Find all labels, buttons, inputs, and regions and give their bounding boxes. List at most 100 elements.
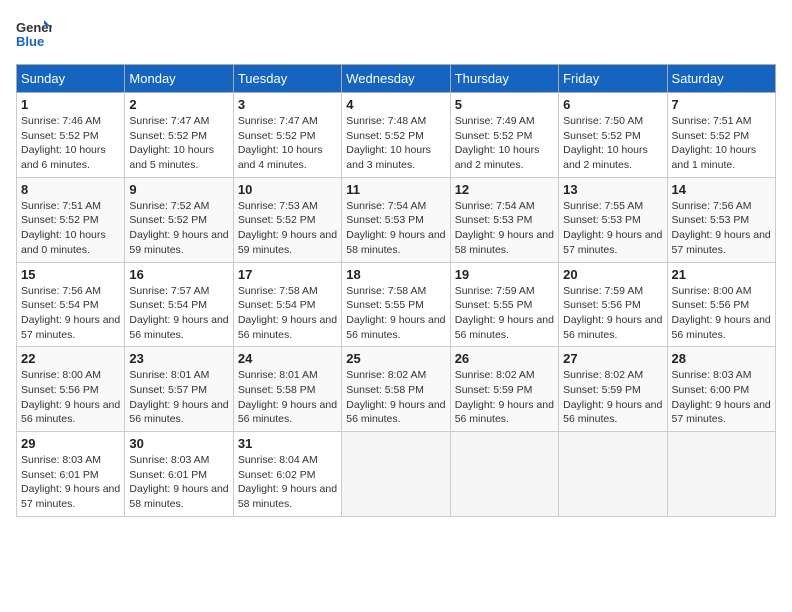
calendar-cell: 8 Sunrise: 7:51 AMSunset: 5:52 PMDayligh… xyxy=(17,177,125,262)
calendar-cell: 20 Sunrise: 7:59 AMSunset: 5:56 PMDaylig… xyxy=(559,262,667,347)
day-info: Sunrise: 8:04 AMSunset: 6:02 PMDaylight:… xyxy=(238,453,337,512)
calendar-cell: 22 Sunrise: 8:00 AMSunset: 5:56 PMDaylig… xyxy=(17,347,125,432)
calendar-cell: 14 Sunrise: 7:56 AMSunset: 5:53 PMDaylig… xyxy=(667,177,775,262)
calendar-cell: 16 Sunrise: 7:57 AMSunset: 5:54 PMDaylig… xyxy=(125,262,233,347)
day-number: 4 xyxy=(346,97,445,112)
calendar-cell xyxy=(450,432,558,517)
calendar-week-row: 15 Sunrise: 7:56 AMSunset: 5:54 PMDaylig… xyxy=(17,262,776,347)
logo-icon: General Blue xyxy=(16,16,52,52)
day-info: Sunrise: 8:01 AMSunset: 5:58 PMDaylight:… xyxy=(238,368,337,427)
day-info: Sunrise: 7:48 AMSunset: 5:52 PMDaylight:… xyxy=(346,114,445,173)
calendar-cell: 5 Sunrise: 7:49 AMSunset: 5:52 PMDayligh… xyxy=(450,93,558,178)
day-number: 29 xyxy=(21,436,120,451)
calendar-cell: 10 Sunrise: 7:53 AMSunset: 5:52 PMDaylig… xyxy=(233,177,341,262)
svg-text:Blue: Blue xyxy=(16,34,44,49)
day-number: 31 xyxy=(238,436,337,451)
calendar-week-row: 8 Sunrise: 7:51 AMSunset: 5:52 PMDayligh… xyxy=(17,177,776,262)
calendar-cell: 11 Sunrise: 7:54 AMSunset: 5:53 PMDaylig… xyxy=(342,177,450,262)
day-info: Sunrise: 7:59 AMSunset: 5:55 PMDaylight:… xyxy=(455,284,554,343)
day-info: Sunrise: 8:02 AMSunset: 5:58 PMDaylight:… xyxy=(346,368,445,427)
calendar-cell: 31 Sunrise: 8:04 AMSunset: 6:02 PMDaylig… xyxy=(233,432,341,517)
day-number: 23 xyxy=(129,351,228,366)
day-info: Sunrise: 7:58 AMSunset: 5:54 PMDaylight:… xyxy=(238,284,337,343)
calendar-cell: 2 Sunrise: 7:47 AMSunset: 5:52 PMDayligh… xyxy=(125,93,233,178)
day-info: Sunrise: 7:53 AMSunset: 5:52 PMDaylight:… xyxy=(238,199,337,258)
calendar-cell: 17 Sunrise: 7:58 AMSunset: 5:54 PMDaylig… xyxy=(233,262,341,347)
day-info: Sunrise: 7:51 AMSunset: 5:52 PMDaylight:… xyxy=(672,114,771,173)
day-info: Sunrise: 7:51 AMSunset: 5:52 PMDaylight:… xyxy=(21,199,120,258)
svg-text:General: General xyxy=(16,20,52,35)
calendar-cell: 25 Sunrise: 8:02 AMSunset: 5:58 PMDaylig… xyxy=(342,347,450,432)
day-info: Sunrise: 7:47 AMSunset: 5:52 PMDaylight:… xyxy=(129,114,228,173)
day-number: 26 xyxy=(455,351,554,366)
day-number: 30 xyxy=(129,436,228,451)
calendar-cell: 21 Sunrise: 8:00 AMSunset: 5:56 PMDaylig… xyxy=(667,262,775,347)
day-number: 19 xyxy=(455,267,554,282)
day-number: 1 xyxy=(21,97,120,112)
day-info: Sunrise: 7:58 AMSunset: 5:55 PMDaylight:… xyxy=(346,284,445,343)
weekday-header: Tuesday xyxy=(233,65,341,93)
calendar-cell xyxy=(342,432,450,517)
logo: General Blue xyxy=(16,16,52,52)
day-info: Sunrise: 7:55 AMSunset: 5:53 PMDaylight:… xyxy=(563,199,662,258)
day-number: 17 xyxy=(238,267,337,282)
calendar-cell: 3 Sunrise: 7:47 AMSunset: 5:52 PMDayligh… xyxy=(233,93,341,178)
day-number: 22 xyxy=(21,351,120,366)
calendar-cell: 9 Sunrise: 7:52 AMSunset: 5:52 PMDayligh… xyxy=(125,177,233,262)
day-number: 16 xyxy=(129,267,228,282)
page-header: General Blue xyxy=(16,16,776,52)
day-info: Sunrise: 7:57 AMSunset: 5:54 PMDaylight:… xyxy=(129,284,228,343)
calendar-cell: 27 Sunrise: 8:02 AMSunset: 5:59 PMDaylig… xyxy=(559,347,667,432)
calendar-cell: 19 Sunrise: 7:59 AMSunset: 5:55 PMDaylig… xyxy=(450,262,558,347)
calendar-cell xyxy=(559,432,667,517)
calendar-table: SundayMondayTuesdayWednesdayThursdayFrid… xyxy=(16,64,776,517)
day-number: 15 xyxy=(21,267,120,282)
calendar-cell: 30 Sunrise: 8:03 AMSunset: 6:01 PMDaylig… xyxy=(125,432,233,517)
day-info: Sunrise: 7:50 AMSunset: 5:52 PMDaylight:… xyxy=(563,114,662,173)
day-number: 8 xyxy=(21,182,120,197)
calendar-cell: 23 Sunrise: 8:01 AMSunset: 5:57 PMDaylig… xyxy=(125,347,233,432)
weekday-header: Saturday xyxy=(667,65,775,93)
day-number: 9 xyxy=(129,182,228,197)
calendar-cell: 28 Sunrise: 8:03 AMSunset: 6:00 PMDaylig… xyxy=(667,347,775,432)
day-number: 2 xyxy=(129,97,228,112)
day-info: Sunrise: 7:49 AMSunset: 5:52 PMDaylight:… xyxy=(455,114,554,173)
day-info: Sunrise: 8:00 AMSunset: 5:56 PMDaylight:… xyxy=(672,284,771,343)
day-number: 10 xyxy=(238,182,337,197)
day-info: Sunrise: 8:03 AMSunset: 6:01 PMDaylight:… xyxy=(129,453,228,512)
day-info: Sunrise: 7:47 AMSunset: 5:52 PMDaylight:… xyxy=(238,114,337,173)
day-number: 13 xyxy=(563,182,662,197)
calendar-cell: 18 Sunrise: 7:58 AMSunset: 5:55 PMDaylig… xyxy=(342,262,450,347)
calendar-week-row: 1 Sunrise: 7:46 AMSunset: 5:52 PMDayligh… xyxy=(17,93,776,178)
day-number: 18 xyxy=(346,267,445,282)
calendar-cell: 6 Sunrise: 7:50 AMSunset: 5:52 PMDayligh… xyxy=(559,93,667,178)
day-number: 12 xyxy=(455,182,554,197)
day-number: 27 xyxy=(563,351,662,366)
day-number: 25 xyxy=(346,351,445,366)
day-info: Sunrise: 7:56 AMSunset: 5:53 PMDaylight:… xyxy=(672,199,771,258)
calendar-cell: 13 Sunrise: 7:55 AMSunset: 5:53 PMDaylig… xyxy=(559,177,667,262)
day-info: Sunrise: 7:46 AMSunset: 5:52 PMDaylight:… xyxy=(21,114,120,173)
calendar-cell: 24 Sunrise: 8:01 AMSunset: 5:58 PMDaylig… xyxy=(233,347,341,432)
day-info: Sunrise: 8:03 AMSunset: 6:00 PMDaylight:… xyxy=(672,368,771,427)
calendar-cell: 26 Sunrise: 8:02 AMSunset: 5:59 PMDaylig… xyxy=(450,347,558,432)
day-info: Sunrise: 7:59 AMSunset: 5:56 PMDaylight:… xyxy=(563,284,662,343)
weekday-header: Monday xyxy=(125,65,233,93)
calendar-week-row: 29 Sunrise: 8:03 AMSunset: 6:01 PMDaylig… xyxy=(17,432,776,517)
day-number: 20 xyxy=(563,267,662,282)
weekday-header: Sunday xyxy=(17,65,125,93)
day-number: 28 xyxy=(672,351,771,366)
calendar-cell: 1 Sunrise: 7:46 AMSunset: 5:52 PMDayligh… xyxy=(17,93,125,178)
day-number: 24 xyxy=(238,351,337,366)
weekday-header: Friday xyxy=(559,65,667,93)
day-number: 6 xyxy=(563,97,662,112)
day-info: Sunrise: 7:56 AMSunset: 5:54 PMDaylight:… xyxy=(21,284,120,343)
day-number: 7 xyxy=(672,97,771,112)
day-info: Sunrise: 7:52 AMSunset: 5:52 PMDaylight:… xyxy=(129,199,228,258)
day-number: 21 xyxy=(672,267,771,282)
day-info: Sunrise: 8:02 AMSunset: 5:59 PMDaylight:… xyxy=(563,368,662,427)
day-number: 14 xyxy=(672,182,771,197)
day-info: Sunrise: 8:03 AMSunset: 6:01 PMDaylight:… xyxy=(21,453,120,512)
calendar-cell: 7 Sunrise: 7:51 AMSunset: 5:52 PMDayligh… xyxy=(667,93,775,178)
day-info: Sunrise: 8:00 AMSunset: 5:56 PMDaylight:… xyxy=(21,368,120,427)
